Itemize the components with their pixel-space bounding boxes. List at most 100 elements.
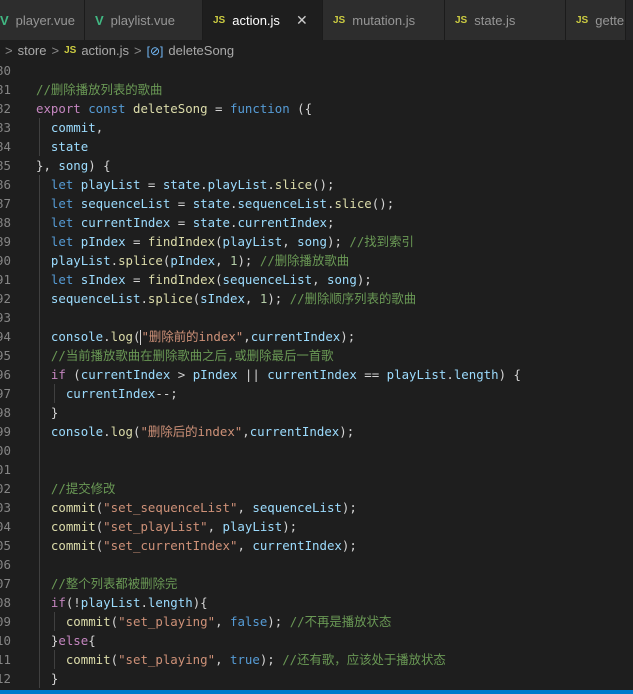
js-file-icon: JS: [213, 14, 226, 26]
code-token: ();: [371, 196, 395, 211]
code-token: playList: [50, 253, 111, 268]
code-text: commit("set_playing", true); //还有歌，应该处于播…: [36, 650, 446, 669]
code-token: ,: [215, 652, 230, 667]
code-text: }else{: [36, 631, 96, 650]
code-token: //删除播放歌曲: [259, 253, 350, 268]
line-number: 99: [0, 424, 11, 439]
code-token: commit: [50, 500, 96, 515]
js-file-icon: JS: [333, 14, 346, 26]
line-number: 97: [0, 386, 11, 401]
code-token: //删除播放列表的歌曲: [36, 82, 163, 97]
code-text: sequenceList.splice(sIndex, 1); //删除顺序列表…: [36, 289, 416, 308]
code-line: 03 commit("set_sequenceList", sequenceLi…: [0, 498, 633, 517]
code-line: 06: [0, 555, 633, 574]
indent-guide: [39, 175, 40, 688]
code-token: state: [162, 177, 201, 192]
code-token: =: [207, 101, 230, 116]
code-token: ,: [215, 253, 230, 268]
code-text: //当前播放歌曲在删除歌曲之后,或删除最后一首歌: [36, 346, 334, 365]
code-token: ||: [237, 367, 268, 382]
breadcrumb-separator: >: [5, 43, 13, 58]
code-token: pIndex: [170, 253, 216, 268]
code-token: false: [229, 614, 268, 629]
code-token: ,: [95, 120, 104, 135]
code-token: (: [65, 367, 81, 382]
code-token: ,: [207, 519, 223, 534]
code-token: commit: [65, 614, 111, 629]
code-token: ,: [215, 614, 230, 629]
breadcrumb-symbol-deletesong[interactable]: deleteSong: [168, 43, 234, 58]
code-token: log: [110, 329, 133, 344]
code-token: let: [50, 177, 81, 192]
tab-gette[interactable]: JS gette: [566, 0, 626, 40]
line-number: 87: [0, 196, 11, 211]
breadcrumb-file-action-js[interactable]: action.js: [81, 43, 129, 58]
code-token: );: [259, 652, 283, 667]
code-line: 85}, song) {: [0, 156, 633, 175]
code-token: );: [341, 538, 357, 553]
code-token: ) {: [88, 158, 111, 173]
code-line: 12 }: [0, 669, 633, 688]
code-editor[interactable]: 80 81 //删除播放列表的歌曲 82 export const deleteSong…: [0, 61, 633, 694]
code-text: //整个列表都被删除完: [36, 574, 177, 593]
code-token: playList: [386, 367, 447, 382]
code-line: 09 commit("set_playing", false); //不再是播放…: [0, 612, 633, 631]
tab-action-js[interactable]: JS action.js ✕: [203, 0, 323, 40]
code-token: );: [282, 519, 298, 534]
line-number: 83: [0, 120, 11, 135]
indent-guide: [54, 612, 55, 631]
code-token: state: [192, 215, 230, 230]
code-text: if (currentIndex > pIndex || currentInde…: [36, 365, 521, 384]
code-token: },: [36, 158, 59, 173]
breadcrumb-folder-store[interactable]: store: [18, 43, 47, 58]
code-line: 02 //提交修改: [0, 479, 633, 498]
tab-player-vue[interactable]: Vplayer.vue: [0, 0, 85, 40]
code-text: //提交修改: [36, 479, 115, 498]
line-number: 84: [0, 139, 11, 154]
code-token: "set_currentIndex": [103, 538, 238, 553]
line-number: 91: [0, 272, 11, 287]
line-number: 95: [0, 348, 11, 363]
code-token: state: [50, 139, 89, 154]
code-token: );: [339, 424, 355, 439]
code-token: ,: [312, 272, 327, 287]
code-token: ==: [356, 367, 387, 382]
code-line: 83 commit,: [0, 118, 633, 137]
close-icon[interactable]: ✕: [296, 12, 308, 29]
line-number: 11: [0, 652, 11, 667]
code-token: );: [267, 614, 290, 629]
code-token: //找到索引: [349, 234, 414, 249]
code-token: //还有歌，应该处于播放状态: [282, 652, 446, 667]
tab-state-js[interactable]: JS state.js: [445, 0, 566, 40]
code-token: .: [103, 329, 111, 344]
tab-mutation-js[interactable]: JS mutation.js: [323, 0, 445, 40]
code-token: .: [200, 177, 208, 192]
code-token: =: [125, 234, 148, 249]
code-token: findIndex: [147, 272, 216, 287]
code-token: state: [192, 196, 230, 211]
tab-playlist-vue[interactable]: Vplaylist.vue: [85, 0, 203, 40]
code-token: sequenceList: [50, 291, 141, 306]
code-text: commit("set_playing", false); //不再是播放状态: [36, 612, 392, 631]
code-token: currentIndex: [80, 367, 171, 382]
code-line: 90 playList.splice(pIndex, 1); //删除播放歌曲: [0, 251, 633, 270]
code-line: 88 let currentIndex = state.currentIndex…: [0, 213, 633, 232]
code-token: length: [453, 367, 499, 382]
code-token: (: [110, 652, 119, 667]
code-token: .: [110, 253, 119, 268]
line-number: 05: [0, 538, 11, 553]
code-text: commit,: [36, 118, 103, 137]
code-token: song: [58, 158, 89, 173]
code-text: }, song) {: [36, 156, 111, 175]
breadcrumb: > store > JS action.js > [⊘] deleteSong: [0, 40, 633, 61]
breadcrumb-separator: >: [134, 43, 142, 58]
code-token: (!: [65, 595, 81, 610]
code-token: sequenceList: [80, 196, 171, 211]
code-token: ();: [312, 177, 335, 192]
line-number: 00: [0, 443, 11, 458]
code-token: );: [267, 291, 290, 306]
code-line: 99 console.log("删除后的index",currentIndex)…: [0, 422, 633, 441]
code-line: 11 commit("set_playing", true); //还有歌，应该…: [0, 650, 633, 669]
line-number: 92: [0, 291, 11, 306]
